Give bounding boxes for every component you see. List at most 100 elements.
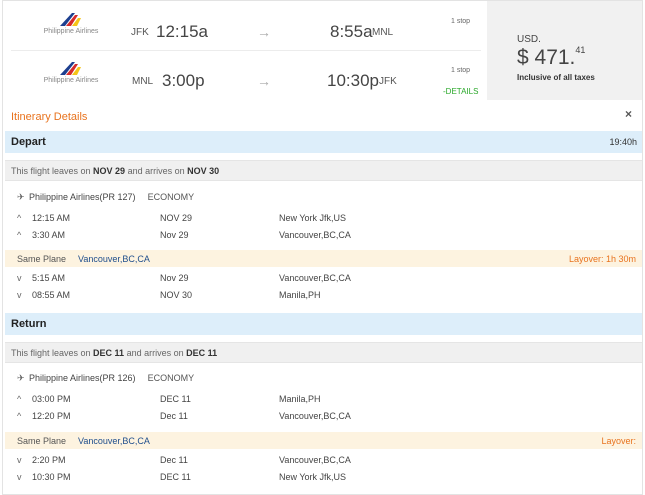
return-airline: ✈ Philippine Airlines(PR 126) ECONOMY [17,373,194,384]
segment-date: Dec 11 [160,455,188,465]
segment-row: ^ 03:00 PM DEC 11 Manila,PH [17,394,617,408]
layover-duration: Layover: 1h 30m [568,254,636,264]
segment-time: 10:30 PM [32,472,71,482]
flight-summary[interactable]: Philippine Airlines JFK 12:15a → 8:55a M… [3,1,642,101]
segment-row: v 5:15 AM Nov 29 Vancouver,BC,CA [17,273,617,287]
destination-code: MNL [372,27,394,38]
segment-date: Dec 11 [160,411,188,421]
flight-card: Philippine Airlines JFK 12:15a → 8:55a M… [2,0,643,495]
segment-city: Vancouver,BC,CA [279,411,351,421]
leaves-text: This flight leaves on DEC 11 and arrives… [11,348,217,358]
origin-code: JFK [131,27,149,38]
segment-date: NOV 30 [160,290,193,300]
chevron-down-icon: v [17,472,22,482]
return-header: Return [5,313,642,335]
stops-count: 1 stop [451,18,471,25]
segment-city: New York Jfk,US [279,472,347,482]
arrives-date: DEC 11 [186,348,218,358]
depart-label: Depart [11,136,46,148]
taxes-note: Inclusive of all taxes [517,73,595,82]
segment-time: 08:55 AM [32,290,71,300]
price-cents: 41 [575,45,586,55]
arrow-right-icon: → [257,73,271,89]
layover-place: Vancouver,BC,CA [78,436,150,446]
itinerary-title: Itinerary Details [11,111,88,123]
airline-logo: Philippine Airlines [35,61,107,84]
price-box[interactable]: USD. $ 471.41 Inclusive of all taxes [487,1,642,100]
leaves-date: NOV 29 [93,166,126,176]
layover-place: Vancouver,BC,CA [78,254,150,264]
destination-code: JFK [379,76,397,87]
segment-row: ^ 12:15 AM NOV 29 New York Jfk,US [17,213,617,227]
return-layover-bar: Same Plane Vancouver,BC,CA Layover: [5,432,642,449]
segment-time: 2:20 PM [32,455,66,465]
depart-leaves-bar: This flight leaves on NOV 29 and arrives… [5,160,642,181]
chevron-up-icon: ^ [17,411,22,421]
arrow-right-icon: → [257,24,271,40]
segment-date: Nov 29 [160,230,189,240]
cabin-class: ECONOMY [147,192,195,202]
segment-city: Vancouver,BC,CA [279,230,351,240]
segment-city: Manila,PH [279,394,321,404]
depart-header: Depart 19:40h [5,131,642,153]
stops-count: 1 stop [451,67,471,74]
segment-time: 12:20 PM [32,411,71,421]
layover-duration: Layover: [601,436,636,446]
segment-city: Vancouver,BC,CA [279,273,351,283]
currency-label: USD. [517,34,541,45]
segment-row: v 10:30 PM DEC 11 New York Jfk,US [17,472,617,486]
price-value: $ 471.41 [517,45,585,70]
depart-layover-bar: Same Plane Vancouver,BC,CA Layover: 1h 3… [5,250,642,267]
chevron-down-icon: v [17,290,22,300]
segment-time: 12:15 AM [32,213,71,223]
depart-airline: ✈ Philippine Airlines(PR 127) ECONOMY [17,192,194,203]
segment-row: ^ 3:30 AM Nov 29 Vancouver,BC,CA [17,230,617,244]
details-link[interactable]: -DETAILS [443,87,478,96]
chevron-up-icon: ^ [17,213,22,223]
segment-time: 3:30 AM [32,230,66,240]
leaves-prefix: This flight leaves on [11,166,94,176]
arrives-mid: and arrives on [125,166,188,176]
chevron-up-icon: ^ [17,230,22,240]
airline-flight: Philippine Airlines(PR 126) [29,373,136,383]
segment-city: Vancouver,BC,CA [279,455,351,465]
leaves-text: This flight leaves on NOV 29 and arrives… [11,166,219,176]
plane-icon: ✈ [17,373,25,383]
chevron-down-icon: v [17,455,22,465]
airline-name: Philippine Airlines [43,77,99,84]
segment-row: v 2:20 PM Dec 11 Vancouver,BC,CA [17,455,617,469]
airline-logo: Philippine Airlines [35,12,107,35]
outbound-summary-row[interactable]: Philippine Airlines JFK 12:15a → 8:55a M… [3,1,483,51]
chevron-up-icon: ^ [17,394,22,404]
departure-time: 12:15a [156,22,208,41]
leaves-prefix: This flight leaves on [11,348,94,358]
price-main: $ 471. [517,46,576,69]
segment-date: Nov 29 [160,273,189,283]
cabin-class: ECONOMY [147,373,195,383]
segment-city: Manila,PH [279,290,321,300]
arrival-time: 10:30p [327,71,379,90]
close-icon[interactable]: × [625,107,632,121]
segment-row: ^ 12:20 PM Dec 11 Vancouver,BC,CA [17,411,617,425]
trip-duration: 19:40h [609,137,637,147]
same-plane-label: Same Plane [17,254,67,264]
chevron-down-icon: v [17,273,22,283]
segment-time: 5:15 AM [32,273,66,283]
airline-name: Philippine Airlines [43,28,99,35]
airline-logo-icon [60,62,81,75]
return-label: Return [11,318,47,330]
airline-flight: Philippine Airlines(PR 127) [29,192,136,202]
arrives-date: NOV 30 [187,166,220,176]
return-leaves-bar: This flight leaves on DEC 11 and arrives… [5,342,642,363]
arrival-time: 8:55a [330,22,373,41]
segment-date: DEC 11 [160,394,191,404]
segment-date: NOV 29 [160,213,193,223]
segment-row: v 08:55 AM NOV 30 Manila,PH [17,290,617,304]
segment-city: New York Jfk,US [279,213,347,223]
segment-date: DEC 11 [160,472,191,482]
origin-code: MNL [132,76,154,87]
return-summary-row[interactable]: Philippine Airlines MNL 3:00p → 10:30p J… [3,50,483,100]
leaves-date: DEC 11 [93,348,125,358]
arrives-mid: and arrives on [124,348,187,358]
departure-time: 3:00p [162,71,205,90]
